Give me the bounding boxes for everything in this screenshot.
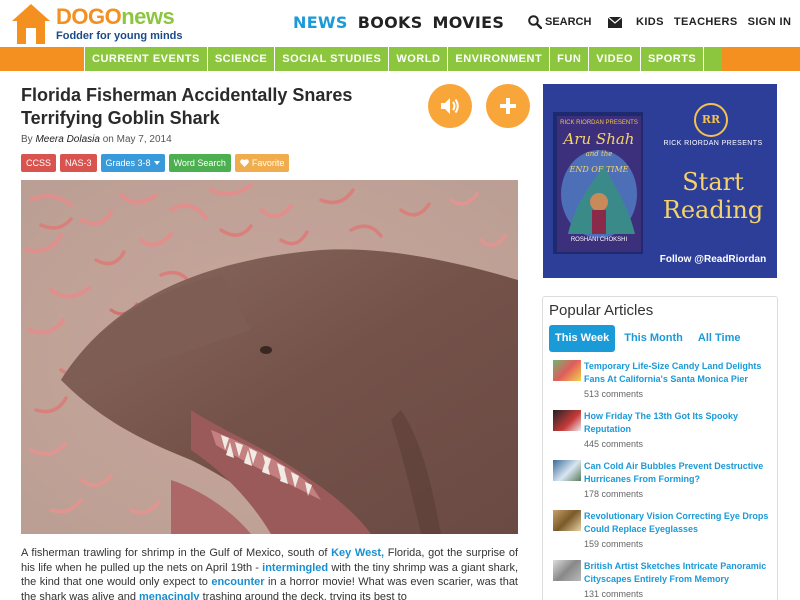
vocab-link-intermingled[interactable]: intermingled — [262, 562, 328, 574]
category-fun[interactable]: FUN — [550, 47, 590, 71]
heart-icon — [240, 159, 249, 167]
article-link[interactable]: Temporary Life-Size Candy Land Delights … — [584, 360, 774, 386]
category-world[interactable]: WORLD — [389, 47, 449, 71]
body-text-1: A fisherman trawling for shrimp in the G… — [21, 547, 328, 559]
article-byline: By Meera Dolasia on May 7, 2014 — [21, 134, 172, 145]
comment-count: 445 comments — [584, 439, 644, 449]
account-links: KIDS TEACHERS SIGN IN — [636, 16, 791, 28]
vocab-link-menacingly[interactable]: menacingly — [139, 591, 200, 600]
sign-in-link[interactable]: SIGN IN — [748, 16, 792, 28]
book-title: Aru Shah and the END OF TIME — [557, 132, 641, 177]
author-link[interactable]: Meera Dolasia — [35, 134, 99, 145]
kids-link[interactable]: KIDS — [636, 16, 664, 28]
tag-grades-label: Grades 3-8 — [105, 158, 151, 168]
mail-icon[interactable] — [608, 17, 622, 28]
comment-count: 513 comments — [584, 389, 644, 399]
article-body: A fisherman trawling for shrimp in the G… — [21, 546, 518, 600]
nav-movies[interactable]: MOVIES — [433, 13, 505, 32]
publish-date: on May 7, 2014 — [102, 134, 172, 145]
listen-button[interactable] — [428, 84, 472, 128]
category-environment[interactable]: ENVIRONMENT — [448, 47, 551, 71]
category-current-events[interactable]: CURRENT EVENTS — [84, 47, 208, 71]
logo-news-text: news — [121, 4, 175, 29]
popular-title: Popular Articles — [549, 302, 654, 319]
ad-cta-line-2: Reading — [662, 196, 764, 224]
site-header: DOGOnews Fodder for young minds NEWS BOO… — [0, 0, 800, 47]
speaker-icon — [441, 98, 459, 114]
site-logo[interactable]: DOGOnews — [56, 4, 175, 29]
ad-presenter: RICK RIORDAN PRESENTS — [663, 140, 763, 147]
book-publisher-line: RICK RIORDAN PRESENTS — [560, 120, 638, 126]
tag-nas-3[interactable]: NAS-3 — [60, 154, 97, 172]
book-title-line-3: END OF TIME — [569, 165, 629, 174]
byline-prefix: By — [21, 134, 33, 145]
vocab-link-encounter[interactable]: encounter — [211, 576, 264, 588]
plus-icon — [500, 98, 516, 114]
article-link[interactable]: How Friday The 13th Got Its Spooky Reput… — [584, 410, 774, 436]
comment-count: 178 comments — [584, 489, 644, 499]
article-link[interactable]: Can Cold Air Bubbles Prevent Destructive… — [584, 460, 774, 486]
goblin-shark-photo — [21, 180, 518, 534]
ad-follow: Follow @ReadRiordan — [659, 254, 767, 265]
body-text-5: trashing around the deck, trying its bes… — [202, 590, 407, 600]
tag-grades-dropdown[interactable]: Grades 3-8 — [100, 154, 165, 172]
sidebar-ad[interactable]: RICK RIORDAN PRESENTS Aru Shah and the E… — [543, 84, 777, 278]
article-thumbnail — [553, 410, 581, 431]
category-bar-accent-right — [722, 47, 800, 71]
site-tagline: Fodder for young minds — [56, 30, 183, 42]
tag-word-search[interactable]: Word Search — [168, 154, 231, 172]
category-bar-accent-left — [0, 47, 84, 71]
add-button[interactable] — [486, 84, 530, 128]
book-title-line-1: Aru Shah — [563, 130, 635, 148]
logo-dogo-text: DOGO — [56, 4, 122, 29]
tag-ccss[interactable]: CCSS — [21, 154, 57, 172]
article-thumbnail — [553, 360, 581, 381]
vocab-link-key-west[interactable]: Key West, — [331, 547, 384, 559]
article-link[interactable]: Revolutionary Vision Correcting Eye Drop… — [584, 510, 774, 536]
category-science[interactable]: SCIENCE — [208, 47, 276, 71]
rr-logo-icon: RR — [701, 113, 721, 126]
book-author: ROSHANI CHOKSHI — [570, 237, 628, 243]
popular-tabs: This Week This Month All Time — [549, 325, 746, 352]
category-list: CURRENT EVENTS SCIENCE SOCIAL STUDIES WO… — [84, 47, 705, 71]
comment-count: 159 comments — [584, 539, 644, 549]
category-sports[interactable]: SPORTS — [641, 47, 705, 71]
search-icon — [528, 15, 542, 29]
search-button[interactable]: SEARCH — [528, 15, 591, 29]
article-link[interactable]: British Artist Sketches Intricate Panora… — [584, 560, 774, 586]
article-thumbnail — [553, 560, 581, 581]
article-title: Florida Fisherman Accidentally Snares Te… — [21, 85, 353, 128]
nav-books[interactable]: BOOKS — [358, 13, 423, 32]
article-photo — [21, 180, 518, 534]
favorite-label: Favorite — [251, 158, 285, 168]
tab-this-week[interactable]: This Week — [549, 325, 616, 352]
tab-all-time[interactable]: All Time — [692, 325, 747, 352]
ad-cta-line-1: Start — [682, 168, 744, 196]
book-title-line-2: and the — [585, 150, 613, 158]
category-social-studies[interactable]: SOCIAL STUDIES — [275, 47, 390, 71]
article-tags: CCSS NAS-3 Grades 3-8 Word Search Favori… — [21, 154, 290, 172]
search-label: SEARCH — [545, 16, 592, 28]
nav-news[interactable]: NEWS — [293, 13, 348, 32]
caret-down-icon — [153, 161, 160, 165]
category-bar: CURRENT EVENTS SCIENCE SOCIAL STUDIES WO… — [0, 47, 800, 71]
article-thumbnail — [553, 510, 581, 531]
category-video[interactable]: VIDEO — [589, 47, 642, 71]
main-nav: NEWS BOOKS MOVIES — [293, 13, 504, 32]
comment-count: 131 comments — [584, 589, 644, 599]
home-logo-icon[interactable] — [12, 4, 50, 44]
article-thumbnail — [553, 460, 581, 481]
popular-articles-panel: Popular Articles This Week This Month Al… — [542, 296, 778, 600]
tab-this-month[interactable]: This Month — [618, 325, 689, 352]
favorite-button[interactable]: Favorite — [234, 154, 290, 172]
teachers-link[interactable]: TEACHERS — [674, 16, 738, 28]
ad-cta: Start Reading — [651, 168, 775, 224]
